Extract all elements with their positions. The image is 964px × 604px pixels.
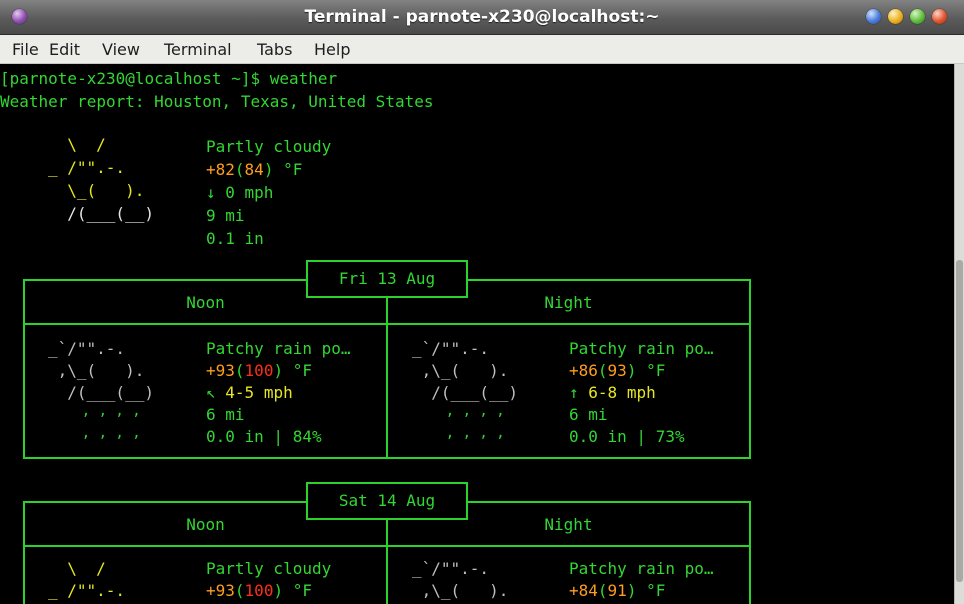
forecast-condition: Patchy rain po… — [569, 559, 714, 578]
current-wind: ↓ 0 mph — [206, 183, 274, 202]
report-header: Weather report: Houston, Texas, United S… — [0, 92, 434, 111]
wind-arrow-icon: ↖ — [206, 383, 216, 402]
terminal-output[interactable]: [parnote-x230@localhost ~]$ weather Weat… — [0, 64, 954, 604]
current-temperature: +82(84) °F — [206, 160, 303, 179]
date-label: Fri 13 Aug — [338, 269, 436, 288]
rain-art-line: ‚ ‚ ‚ ‚ — [48, 425, 141, 441]
forecast-condition: Patchy rain po… — [569, 339, 714, 358]
current-art-line: /(___(__) — [48, 204, 154, 223]
sticky-icon[interactable] — [866, 9, 881, 24]
menu-terminal[interactable]: Terminal — [164, 40, 232, 59]
terminal-scrollbar[interactable] — [954, 64, 964, 604]
forecast-visibility: 6 mi — [206, 405, 245, 424]
rain-art-line: ‚ ‚ ‚ ‚ — [412, 403, 505, 419]
menu-tabs[interactable]: Tabs — [257, 40, 292, 59]
current-precip: 0.1 in — [206, 229, 264, 248]
menu-file[interactable]: File — [12, 40, 39, 59]
wind-arrow-icon: ↓ — [206, 183, 216, 202]
forecast-condition: Patchy rain po… — [206, 339, 351, 358]
forecast-condition: Partly cloudy — [206, 559, 332, 578]
period-label-noon: Noon — [186, 293, 225, 312]
window-title: Terminal - parnote-x230@localhost:~ — [304, 7, 660, 27]
wind-arrow-icon: ↑ — [569, 383, 579, 402]
forecast-precip: 0.0 in | 73% — [569, 427, 685, 446]
forecast-art-line: ,\_( ). — [412, 361, 509, 380]
current-condition: Partly cloudy — [206, 137, 332, 156]
forecast-temperature: +84(91) °F — [569, 581, 666, 600]
forecast-temperature: +93(100) °F — [206, 361, 312, 380]
period-label-night: Night — [544, 293, 593, 312]
maximize-icon[interactable] — [910, 9, 925, 24]
shell-prompt: [parnote-x230@localhost ~]$ — [0, 69, 270, 88]
menu-bar: File Edit View Terminal Tabs Help — [0, 35, 964, 64]
forecast-wind: ↑ 6-8 mph — [569, 383, 656, 402]
command-text: weather — [269, 69, 338, 88]
forecast-art-line: \ / — [48, 559, 106, 578]
forecast-art-line: _`/"".-. — [412, 559, 490, 578]
date-label: Sat 14 Aug — [338, 491, 436, 510]
forecast-visibility: 6 mi — [569, 405, 608, 424]
forecast-art-line: ,\_( ). — [412, 581, 509, 600]
forecast-temperature: +86(93) °F — [569, 361, 666, 380]
rain-art-line: ‚ ‚ ‚ ‚ — [48, 403, 141, 419]
scrollbar-thumb[interactable] — [956, 260, 963, 582]
menu-help[interactable]: Help — [314, 40, 350, 59]
minimize-icon[interactable] — [888, 9, 903, 24]
forecast-art-line: _`/"".-. — [48, 339, 126, 358]
forecast-art-line: _`/"".-. — [412, 339, 490, 358]
forecast-art-line: ,\_( ). — [48, 361, 145, 380]
window-title-bar[interactable]: Terminal - parnote-x230@localhost:~ — [0, 0, 964, 35]
rain-art-line: ‚ ‚ ‚ ‚ — [412, 425, 505, 441]
forecast-temperature: +93(100) °F — [206, 581, 312, 600]
forecast-wind: ↖ 4-5 mph — [206, 383, 293, 402]
menu-edit[interactable]: Edit — [49, 40, 80, 59]
period-label-noon: Noon — [186, 515, 225, 534]
close-icon[interactable] — [932, 9, 947, 24]
period-label-night: Night — [544, 515, 593, 534]
current-art-line: \ / — [48, 135, 106, 154]
current-art-line: _ /"".-. — [48, 158, 126, 177]
menu-view[interactable]: View — [102, 40, 140, 59]
forecast-art-line: _ /"".-. — [48, 581, 126, 600]
current-visibility: 9 mi — [206, 206, 245, 225]
forecast-precip: 0.0 in | 84% — [206, 427, 322, 446]
prompt-line: [parnote-x230@localhost ~]$ weather — [0, 68, 337, 90]
current-art-line: \_( ). — [48, 181, 145, 200]
